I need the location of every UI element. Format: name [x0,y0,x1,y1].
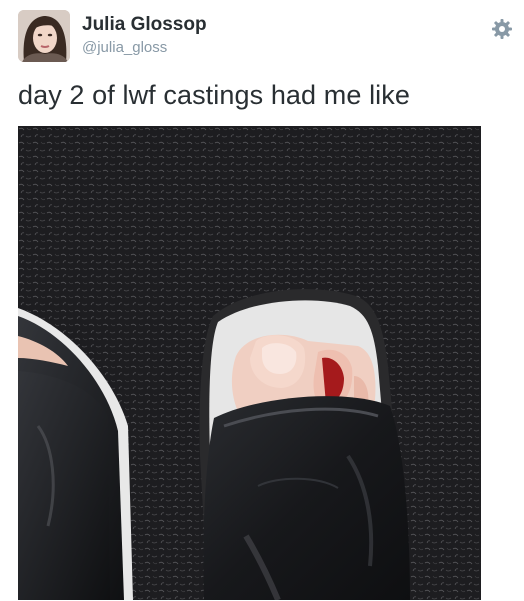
tweet-photo[interactable] [18,126,481,600]
gear-icon[interactable] [490,17,514,41]
display-name[interactable]: Julia Glossop [82,14,207,36]
tweet-card: Julia Glossop @julia_gloss day 2 of lwf … [0,0,524,601]
avatar[interactable] [18,10,70,62]
user-handle[interactable]: @julia_gloss [82,39,167,56]
tweet-text: day 2 of lwf castings had me like [18,80,410,110]
